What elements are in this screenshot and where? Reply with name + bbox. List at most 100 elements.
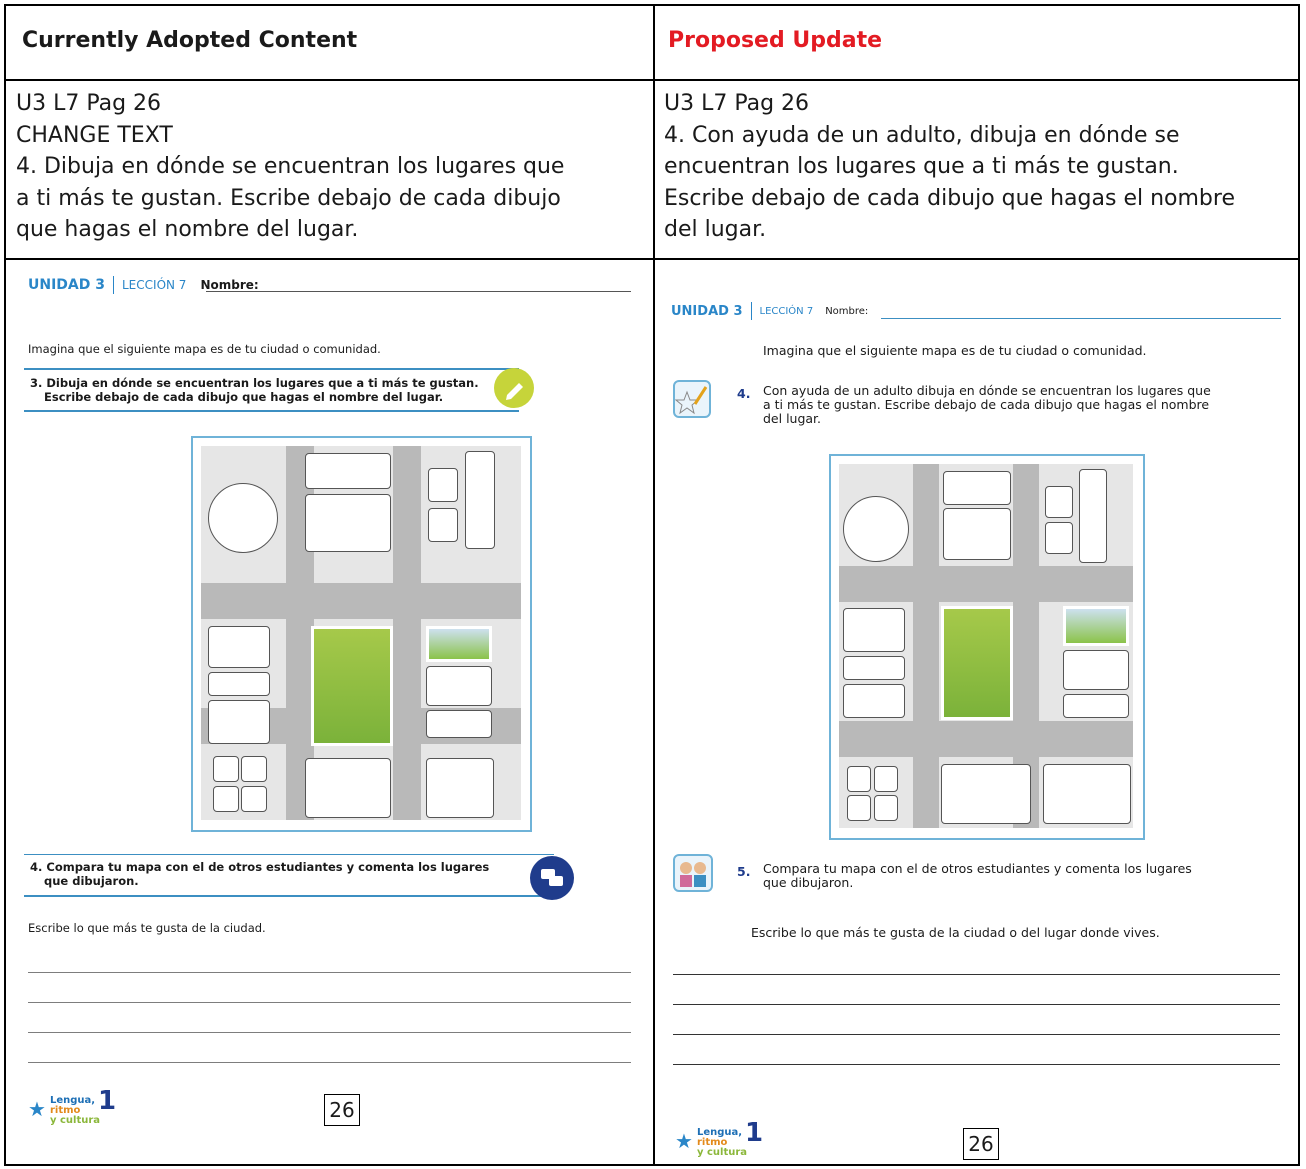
- publisher-logo: ★ Lengua, ritmo y cultura 1: [28, 1086, 138, 1126]
- question-5-line1: Compara tu mapa con el de otros estudian…: [763, 861, 1192, 876]
- map-block: [305, 453, 391, 489]
- map-block: [874, 766, 898, 792]
- map-block: [1043, 764, 1131, 824]
- park-illustration: [941, 606, 1013, 720]
- intro-text: Imagina que el siguiente mapa es de tu c…: [28, 342, 381, 356]
- name-label: Nombre:: [200, 278, 259, 292]
- map-block: [943, 471, 1011, 505]
- logo-grade: 1: [98, 1086, 117, 1116]
- star-icon: ★: [28, 1097, 46, 1121]
- map-block: [843, 496, 909, 562]
- map-block: [465, 451, 495, 549]
- writing-line: [28, 1062, 631, 1063]
- question-4-line2: a ti más te gustan. Escribe debajo de ca…: [763, 397, 1210, 412]
- map-block: [305, 758, 391, 818]
- question-4-text: Con ayuda de un adulto dibuja en dónde s…: [763, 384, 1211, 426]
- map-block: [208, 483, 278, 553]
- writing-line: [28, 1002, 631, 1003]
- unit-label: UNIDAD 3: [671, 303, 743, 319]
- road-horizontal: [839, 721, 1133, 757]
- question-4-line3: del lugar.: [763, 411, 822, 426]
- map-block: [208, 700, 270, 744]
- map-block: [1063, 650, 1129, 690]
- text-line: U3 L7 Pag 26: [664, 91, 810, 116]
- page-number: 26: [963, 1128, 999, 1160]
- question-4-line2: que dibujaron.: [44, 874, 139, 888]
- city-map: [191, 436, 532, 832]
- house-illustration: [426, 626, 492, 662]
- text-line: U3 L7 Pag 26: [16, 91, 162, 116]
- map-block: [874, 795, 898, 821]
- map-block: [426, 710, 492, 738]
- question-5-number: 5.: [737, 864, 751, 879]
- map-block: [208, 626, 270, 668]
- road-vertical: [913, 464, 939, 828]
- comparison-table: Currently Adopted Content Proposed Updat…: [4, 4, 1300, 1166]
- map-block: [1045, 486, 1073, 518]
- text-line: a ti más te gustan. Escribe debajo de ca…: [16, 185, 561, 211]
- map-block: [847, 766, 871, 792]
- publisher-logo: ★ Lengua, ritmo y cultura 1: [675, 1118, 785, 1158]
- logo-grade: 1: [745, 1118, 764, 1148]
- current-text-cell: U3 L7 Pag 26 CHANGE TEXT 4. Dibuja en dó…: [16, 88, 564, 246]
- current-worksheet: UNIDAD 3 LECCIÓN 7 Nombre: Imagina que e…: [6, 260, 651, 1164]
- road-horizontal: [839, 566, 1133, 602]
- text-line: que hagas el nombre del lugar.: [16, 217, 359, 242]
- map-block: [1079, 469, 1107, 563]
- map-block: [843, 656, 905, 680]
- name-line: [881, 318, 1281, 319]
- writing-line: [28, 972, 631, 973]
- question-4-line1: Con ayuda de un adulto dibuja en dónde s…: [763, 383, 1211, 398]
- name-label: Nombre:: [825, 305, 869, 317]
- page-number: 26: [324, 1094, 360, 1126]
- question-3-line2: Escribe debajo de cada dibujo que hagas …: [44, 390, 444, 404]
- name-line: [206, 291, 631, 292]
- separator: [750, 302, 752, 320]
- text-line: Escribe debajo de cada dibujo que hagas …: [664, 185, 1235, 211]
- header-current: Currently Adopted Content: [22, 28, 358, 53]
- writing-line: [673, 1034, 1280, 1035]
- house-illustration: [1063, 606, 1129, 646]
- city-map: [829, 454, 1145, 840]
- header-divider: [6, 79, 1298, 81]
- map-block: [843, 684, 905, 718]
- map-block: [241, 756, 267, 782]
- writing-line: [673, 974, 1280, 975]
- text-line: 4. Con ayuda de un adulto, dibuja en dón…: [664, 122, 1180, 148]
- proposed-text-cell: U3 L7 Pag 26 4. Con ayuda de un adulto, …: [664, 88, 1235, 246]
- write-prompt: Escribe lo que más te gusta de la ciudad…: [28, 921, 266, 935]
- question-4-number: 4.: [737, 386, 751, 401]
- map-block: [241, 786, 267, 812]
- write-prompt: Escribe lo que más te gusta de la ciudad…: [751, 925, 1160, 940]
- map-block: [941, 764, 1031, 824]
- chat-bubbles-icon: [530, 856, 574, 900]
- writing-line: [28, 1032, 631, 1033]
- road-horizontal: [201, 583, 521, 619]
- writing-line: [673, 1004, 1280, 1005]
- map-block: [428, 468, 458, 502]
- map-block: [847, 795, 871, 821]
- logo-cultura: y cultura: [697, 1147, 748, 1158]
- map-block: [426, 666, 492, 706]
- intro-text: Imagina que el siguiente mapa es de tu c…: [763, 343, 1147, 358]
- map-block: [843, 608, 905, 652]
- lesson-header: UNIDAD 3 LECCIÓN 7 Nombre:: [671, 302, 868, 320]
- lesson-label: LECCIÓN 7: [122, 278, 187, 292]
- park-illustration: [311, 626, 393, 746]
- road-vertical: [393, 446, 421, 820]
- unit-label: UNIDAD 3: [28, 277, 105, 293]
- map-block: [426, 758, 494, 818]
- text-line: encuentran los lugares que a ti más te g…: [664, 154, 1179, 179]
- map-block: [305, 494, 391, 552]
- question-4-line1: 4. Compara tu mapa con el de otros estud…: [30, 860, 490, 874]
- proposed-worksheet: UNIDAD 3 LECCIÓN 7 Nombre: Imagina que e…: [655, 260, 1298, 1164]
- map-block: [1045, 522, 1073, 554]
- drawing-activity-icon: [673, 380, 711, 418]
- map-block: [213, 786, 239, 812]
- text-line: 4. Dibuja en dónde se encuentran los lug…: [16, 154, 565, 179]
- separator: [113, 276, 114, 294]
- discussion-activity-icon: [673, 854, 713, 892]
- logo-cultura: y cultura: [50, 1115, 101, 1126]
- map-block: [213, 756, 239, 782]
- question-5-text: Compara tu mapa con el de otros estudian…: [763, 862, 1192, 890]
